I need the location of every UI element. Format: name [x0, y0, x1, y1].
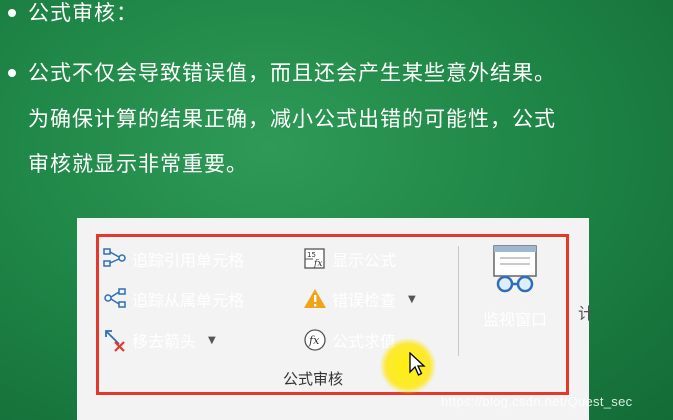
highlight-frame — [96, 234, 569, 395]
bullet-item-2: 公式不仅会导致错误值，而且还会产生某些意外结果。 — [0, 54, 556, 92]
bullet-item-1: 公式审核： — [0, 0, 138, 32]
bullet-dot — [8, 69, 16, 77]
bullet-dot — [8, 9, 16, 17]
watermark: https://blog.csdn.net/Quest_sec — [441, 394, 633, 409]
clipped-ribbon-text: 计 — [578, 304, 595, 323]
paragraph-line3: 审核就显示非常重要。 — [28, 152, 248, 176]
mouse-pointer-icon — [408, 351, 426, 382]
bullet-text-line1: 公式不仅会导致错误值，而且还会产生某些意外结果。 — [28, 61, 556, 85]
bullet-text-formula-audit: 公式审核： — [28, 1, 138, 25]
paragraph-line2: 为确保计算的结果正确，减小公式出错的可能性，公式 — [28, 107, 556, 131]
